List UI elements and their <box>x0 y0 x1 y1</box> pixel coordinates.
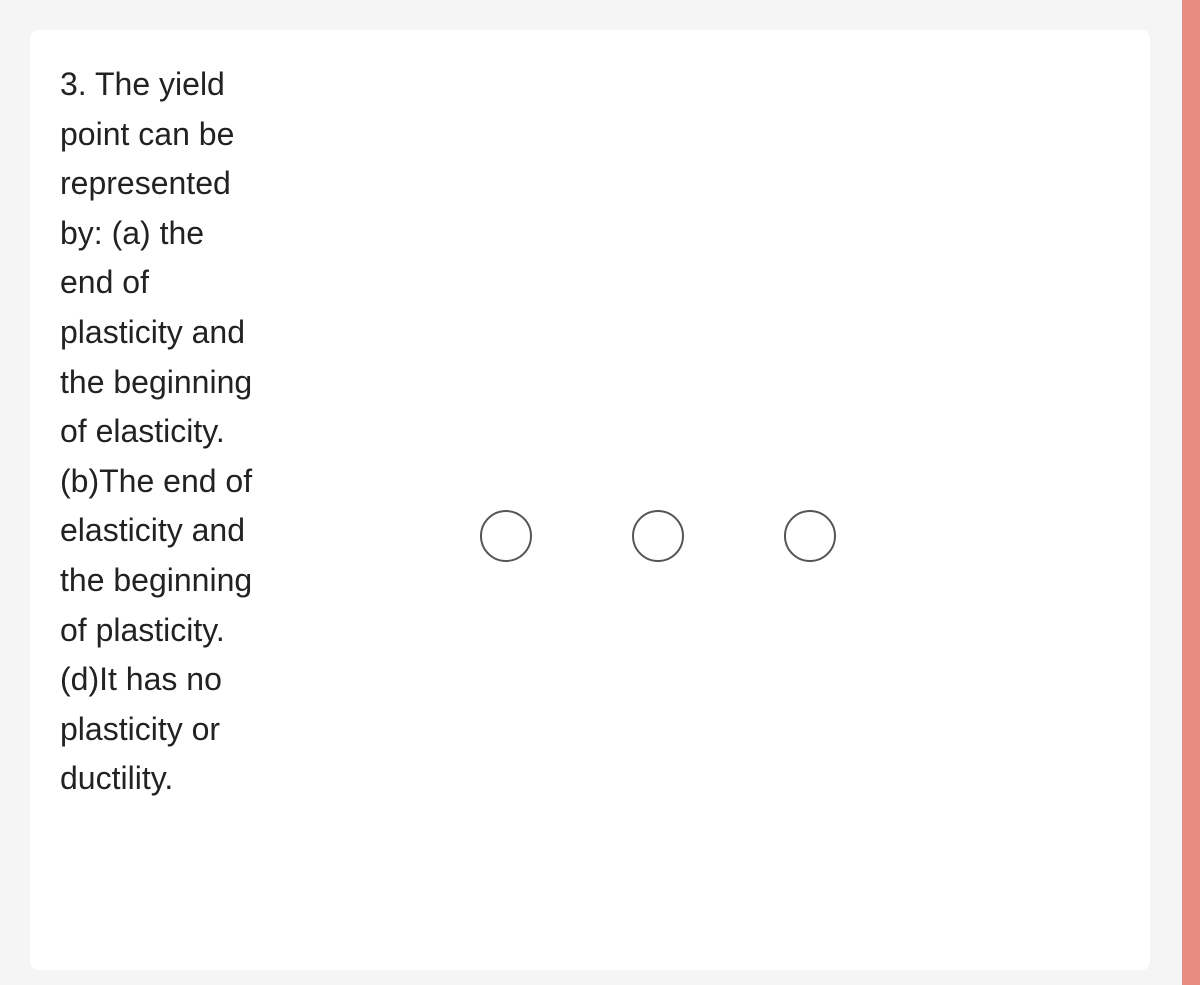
main-content: 3. The yield point can be represented by… <box>0 0 1200 985</box>
options-area <box>420 60 1120 562</box>
right-sidebar <box>1182 0 1200 985</box>
radio-option-3[interactable] <box>784 510 836 562</box>
radio-option-1[interactable] <box>480 510 532 562</box>
radio-option-2[interactable] <box>632 510 684 562</box>
question-text: 3. The yield point can be represented by… <box>60 60 420 804</box>
question-card: 3. The yield point can be represented by… <box>30 30 1150 970</box>
